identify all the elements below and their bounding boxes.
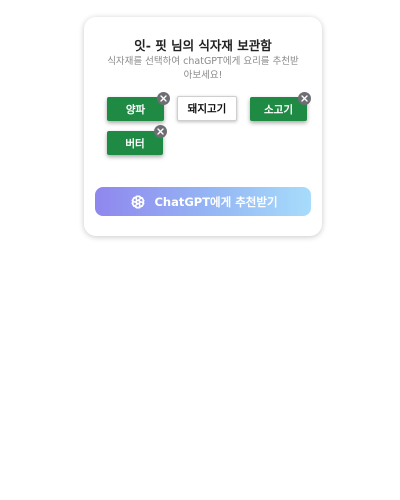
page-title: 잇- 핏 님의 식자재 보관함 xyxy=(134,38,272,53)
instruction-text: 식자재를 선택하여 chatGPT에게 요리를 추천받아보세요! xyxy=(107,56,299,81)
ingredient-chip-pork[interactable]: 돼지고기 xyxy=(177,96,237,121)
close-icon xyxy=(160,95,167,102)
openai-logo-icon xyxy=(128,192,148,212)
ingredient-chip-label: 소고기 xyxy=(264,103,293,116)
close-icon xyxy=(157,128,164,135)
close-icon xyxy=(301,95,308,102)
ingredient-chip-label: 버터 xyxy=(125,137,145,150)
ingredient-chip-label: 돼지고기 xyxy=(187,103,227,115)
remove-butter-button[interactable] xyxy=(154,125,167,138)
remove-beef-button[interactable] xyxy=(298,92,311,105)
recommend-with-chatgpt-button[interactable]: ChatGPT에게 추천받기 xyxy=(95,187,311,216)
recommend-button-label: ChatGPT에게 추천받기 xyxy=(154,194,278,209)
remove-onion-button[interactable] xyxy=(157,92,170,105)
ingredient-storage-card: 잇- 핏 님의 식자재 보관함 식자재를 선택하여 chatGPT에게 요리를 … xyxy=(84,17,322,236)
ingredient-chip-label: 양파 xyxy=(125,103,146,116)
ingredient-chip-onion[interactable]: 양파 xyxy=(107,97,164,121)
